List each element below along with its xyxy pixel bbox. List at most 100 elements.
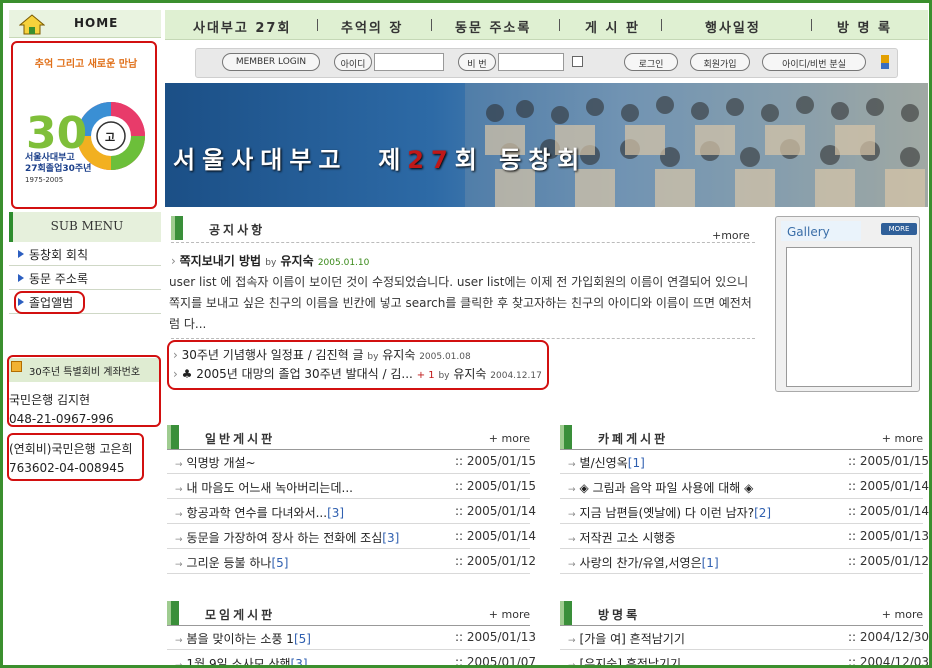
board-title: 방명록 bbox=[598, 608, 641, 622]
board-more-link[interactable]: + more bbox=[489, 432, 530, 445]
board-row[interactable]: → ◈ 그림과 음악 파일 사용에 대해 ◈ bbox=[568, 479, 753, 496]
remember-checkbox[interactable] bbox=[572, 56, 583, 67]
board-header: 일반게시판 + more bbox=[167, 425, 530, 451]
board-date: :: 2004/12/03 bbox=[848, 655, 930, 668]
board-date: :: 2005/01/07 bbox=[455, 655, 537, 668]
arrow-icon: → bbox=[568, 535, 576, 545]
gallery-title: Gallery bbox=[781, 221, 861, 241]
board-row[interactable]: → 저작권 고소 시행중 bbox=[568, 529, 676, 546]
arrow-icon: → bbox=[568, 560, 576, 570]
board-date: :: 2005/01/14 bbox=[455, 504, 537, 518]
notice-main-post[interactable]: › 쪽지보내기 방법 by 유지숙 2005.01.10 bbox=[171, 252, 369, 269]
board-header: 방명록 + more bbox=[560, 601, 923, 627]
nav-item-memories[interactable]: 추억의 장 bbox=[341, 17, 403, 36]
notice-highlight bbox=[167, 340, 549, 390]
board-date: :: 2005/01/15 bbox=[455, 454, 537, 468]
login-bar: MEMBER LOGIN 아이디 비 번 로그인 회원가입 아이디/비번 분실 bbox=[195, 48, 898, 78]
account-highlight-1 bbox=[7, 355, 161, 427]
sidebar-item-directory[interactable]: 동문 주소록 bbox=[9, 266, 161, 290]
join-button[interactable]: 회원가입 bbox=[690, 53, 750, 71]
arrow-icon: → bbox=[568, 485, 576, 495]
submenu-title: SUB MENU bbox=[9, 212, 161, 242]
nav-item-events[interactable]: 행사일정 bbox=[705, 17, 761, 36]
board-date: :: 2005/01/14 bbox=[455, 529, 537, 543]
svg-text:서울사대부고: 서울사대부고 bbox=[25, 151, 75, 163]
flag-icon-right bbox=[881, 55, 889, 69]
nav-item-board[interactable]: 게 시 판 bbox=[585, 17, 640, 36]
nav-item-directory[interactable]: 동문 주소록 bbox=[455, 17, 531, 36]
board-row[interactable]: → 봄을 맞이하는 소풍 1[5] bbox=[175, 630, 311, 647]
hero-banner: 서울사대부고 제27회 동창회 bbox=[165, 83, 928, 207]
arrow-icon: → bbox=[175, 560, 183, 570]
board-row[interactable]: → 별/신영옥[1] bbox=[568, 454, 645, 471]
top-navigation: 사대부고 27회 추억의 장 동문 주소록 게 시 판 행사일정 방 명 록 bbox=[165, 10, 928, 40]
board-row[interactable]: → [가을 여] 흔적남기기 bbox=[568, 630, 685, 647]
notice-more-link[interactable]: +more bbox=[712, 229, 750, 242]
board-title: 일반게시판 bbox=[205, 432, 276, 446]
notice-title: 공지사항 bbox=[209, 223, 266, 237]
find-account-button[interactable]: 아이디/비번 분실 bbox=[762, 53, 866, 71]
page-frame: HOME 추억 그리고 새로운 만남 30 고 서울사대부고 27회졸업30주년… bbox=[0, 0, 932, 668]
login-button[interactable]: 로그인 bbox=[624, 53, 678, 71]
nav-item-guestbook[interactable]: 방 명 록 bbox=[837, 17, 892, 36]
board-row[interactable]: → 익명방 개설~ bbox=[175, 454, 256, 471]
gallery-panel: Gallery MORE bbox=[775, 216, 920, 392]
board-row[interactable]: → 내 마음도 어느새 녹아버리는데... bbox=[175, 479, 353, 496]
board-row[interactable]: → 그리운 등불 하나[5] bbox=[175, 554, 288, 571]
notice-header: 공지사항 +more bbox=[171, 216, 751, 242]
board-row[interactable]: → 사랑의 찬가/유열,서영은[1] bbox=[568, 554, 719, 571]
board-more-link[interactable]: + more bbox=[882, 432, 923, 445]
board-date: :: 2005/01/13 bbox=[848, 529, 930, 543]
gallery-image-area[interactable] bbox=[786, 247, 912, 387]
arrow-icon: → bbox=[175, 485, 183, 495]
board-row[interactable]: → 1월 9일 소사모 산행[3] bbox=[175, 655, 308, 668]
board-more-link[interactable]: + more bbox=[489, 608, 530, 621]
nav-item-class27[interactable]: 사대부고 27회 bbox=[193, 17, 291, 36]
album-highlight bbox=[14, 291, 85, 314]
board-date: :: 2005/01/15 bbox=[848, 454, 930, 468]
board-row[interactable]: → 동문을 가장하여 장사 하는 전화에 조심[3] bbox=[175, 529, 399, 546]
sidebar-item-bylaws[interactable]: 동창회 회칙 bbox=[9, 242, 161, 266]
arrow-icon: → bbox=[175, 460, 183, 470]
board-row[interactable]: → [유지숙] 흔적남기기 bbox=[568, 655, 681, 668]
svg-text:27회졸업30주년: 27회졸업30주년 bbox=[25, 162, 91, 174]
arrow-icon: → bbox=[175, 535, 183, 545]
board-date: :: 2004/12/30 bbox=[848, 630, 930, 644]
arrow-icon: → bbox=[568, 460, 576, 470]
gallery-more-button[interactable]: MORE bbox=[881, 223, 917, 235]
home-label: HOME bbox=[74, 16, 119, 30]
board-header: 모임게시판 + more bbox=[167, 601, 530, 627]
banner-title: 서울사대부고 제27회 동창회 bbox=[173, 146, 587, 174]
notice-main-body: user list 에 접속자 이름이 보이던 것이 수정되었습니다. user… bbox=[169, 275, 752, 331]
board-date: :: 2005/01/14 bbox=[848, 504, 930, 518]
svg-text:30: 30 bbox=[26, 108, 87, 159]
home-link[interactable]: HOME bbox=[9, 10, 161, 38]
home-icon bbox=[19, 14, 45, 35]
account-highlight-2 bbox=[7, 433, 144, 481]
arrow-icon: → bbox=[568, 510, 576, 520]
svg-text:고: 고 bbox=[105, 131, 115, 144]
anniversary-logo: 30 고 서울사대부고 27회졸업30주년 1975-2005 bbox=[25, 102, 145, 184]
arrow-icon: → bbox=[568, 661, 576, 668]
member-login-label: MEMBER LOGIN bbox=[235, 57, 307, 67]
board-date: :: 2005/01/13 bbox=[455, 630, 537, 644]
board-title: 카페게시판 bbox=[598, 432, 669, 446]
password-input[interactable] bbox=[498, 53, 564, 71]
board-header: 카페게시판 + more bbox=[560, 425, 923, 451]
member-login-button[interactable]: MEMBER LOGIN bbox=[222, 53, 320, 71]
arrow-icon: → bbox=[175, 510, 183, 520]
password-label: 비 번 bbox=[458, 53, 496, 71]
id-input[interactable] bbox=[374, 53, 444, 71]
board-more-link[interactable]: + more bbox=[882, 608, 923, 621]
arrow-icon: → bbox=[175, 661, 183, 668]
board-row[interactable]: → 지금 남편들(옛날에) 다 이런 남자?[2] bbox=[568, 504, 771, 521]
board-date: :: 2005/01/14 bbox=[848, 479, 930, 493]
svg-text:1975-2005: 1975-2005 bbox=[25, 176, 63, 184]
arrow-icon: → bbox=[568, 636, 576, 646]
board-date: :: 2005/01/15 bbox=[455, 479, 537, 493]
arrow-icon: → bbox=[175, 636, 183, 646]
board-date: :: 2005/01/12 bbox=[455, 554, 537, 568]
promo-slogan: 추억 그리고 새로운 만남 bbox=[34, 59, 138, 70]
board-title: 모임게시판 bbox=[205, 608, 276, 622]
board-row[interactable]: → 항공과학 연수를 다녀와서...[3] bbox=[175, 504, 344, 521]
